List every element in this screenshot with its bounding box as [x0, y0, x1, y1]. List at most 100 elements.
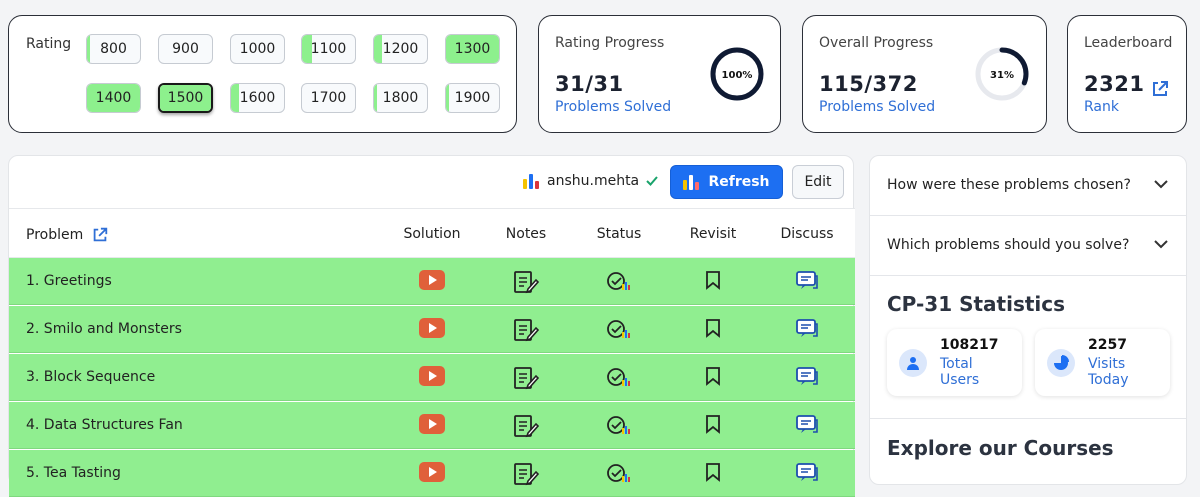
problem-name-link[interactable]: 2. Smilo and Monsters — [26, 321, 182, 337]
problem-name-link[interactable]: 1. Greetings — [26, 273, 112, 289]
rating-button-label: 1800 — [382, 90, 419, 106]
rating-button-900[interactable]: 900 — [158, 34, 213, 64]
stat-value: 108217 — [940, 337, 999, 353]
rating-progress-fill — [374, 84, 377, 112]
stats-title: CP-31 Statistics — [887, 292, 1066, 316]
leaderboard-title: Leaderboard — [1084, 35, 1173, 51]
total-users-card: 108217 Total Users — [887, 329, 1022, 396]
youtube-play-icon[interactable] — [419, 414, 445, 436]
codeforces-logo-icon — [523, 174, 539, 189]
overall-progress-title: Overall Progress — [819, 35, 934, 51]
pie-chart-icon — [1047, 349, 1075, 377]
notes-edit-icon[interactable] — [513, 366, 539, 390]
header-revisit: Revisit — [689, 226, 737, 242]
rating-button-1400[interactable]: 1400 — [86, 83, 141, 113]
rating-button-1900[interactable]: 1900 — [445, 83, 500, 113]
youtube-play-icon[interactable] — [419, 366, 445, 388]
codeforces-logo-icon — [683, 175, 700, 190]
faq-item[interactable]: Which problems should you solve? — [870, 216, 1186, 276]
discussion-icon[interactable] — [794, 414, 820, 436]
rating-button-1100[interactable]: 1100 — [301, 34, 356, 64]
chevron-down-icon — [1154, 240, 1168, 249]
bookmark-icon[interactable] — [700, 414, 726, 436]
status-check-icon[interactable] — [606, 270, 632, 292]
rating-button-label: 1500 — [167, 90, 204, 106]
rating-button-label: 1400 — [95, 90, 132, 106]
stat-label-line1: Visits — [1088, 356, 1126, 372]
rating-progress-title: Rating Progress — [555, 35, 665, 51]
explore-courses-title: Explore our Courses — [887, 436, 1114, 460]
table-row: 3. Block Sequence — [9, 354, 855, 401]
problem-name-link[interactable]: 5. Tea Tasting — [26, 465, 121, 481]
header-problem: Problem — [26, 226, 109, 244]
youtube-play-icon[interactable] — [419, 318, 445, 340]
leaderboard-card[interactable]: Leaderboard 2321 Rank — [1067, 15, 1187, 133]
notes-edit-icon[interactable] — [513, 318, 539, 342]
rating-button-1800[interactable]: 1800 — [373, 83, 428, 113]
bookmark-icon[interactable] — [700, 270, 726, 292]
header-status: Status — [596, 226, 642, 242]
rating-button-label: 1700 — [310, 90, 347, 106]
bookmark-icon[interactable] — [700, 318, 726, 340]
youtube-play-icon[interactable] — [419, 270, 445, 292]
rating-progress-fill — [87, 35, 91, 63]
table-header: Problem Solution Notes Status Revisit Di… — [9, 208, 855, 258]
external-link-icon[interactable] — [91, 226, 109, 244]
visits-today-card: 2257 Visits Today — [1035, 329, 1170, 396]
overall-progress-sub: Problems Solved — [819, 99, 936, 115]
rating-progress-percent: 100% — [722, 70, 753, 81]
info-sidebar: How were these problems chosen? Which pr… — [869, 155, 1187, 485]
table-row: 5. Tea Tasting — [9, 450, 855, 497]
user-icon — [899, 349, 927, 377]
leaderboard-rank-value: 2321 — [1084, 72, 1145, 96]
notes-edit-icon[interactable] — [513, 270, 539, 294]
notes-edit-icon[interactable] — [513, 414, 539, 438]
status-check-icon[interactable] — [606, 462, 632, 484]
rating-progress-fill — [231, 84, 239, 112]
youtube-play-icon[interactable] — [419, 462, 445, 484]
rating-button-1300[interactable]: 1300 — [445, 34, 500, 64]
username: anshu.mehta — [547, 173, 640, 189]
refresh-label: Refresh — [708, 174, 770, 190]
discussion-icon[interactable] — [794, 270, 820, 292]
rating-button-800[interactable]: 800 — [86, 34, 141, 64]
rating-button-1600[interactable]: 1600 — [230, 83, 285, 113]
rating-progress-ring: 100% — [710, 47, 764, 101]
rating-progress-count: 31/31 — [555, 72, 624, 96]
status-check-icon[interactable] — [606, 414, 632, 436]
rating-button-1700[interactable]: 1700 — [301, 83, 356, 113]
header-solution: Solution — [403, 226, 461, 242]
external-link-icon[interactable] — [1150, 79, 1170, 99]
faq-item[interactable]: How were these problems chosen? — [870, 156, 1186, 216]
user-handle: anshu.mehta — [523, 173, 659, 189]
rating-button-label: 1200 — [382, 41, 419, 57]
faq-question: How were these problems chosen? — [887, 177, 1131, 193]
bookmark-icon[interactable] — [700, 366, 726, 388]
rating-button-label: 1100 — [310, 41, 347, 57]
rating-button-label: 900 — [172, 41, 199, 57]
overall-progress-count: 115/372 — [819, 72, 918, 96]
problem-name-link[interactable]: 3. Block Sequence — [26, 369, 155, 385]
overall-progress-card: Overall Progress 115/372 Problems Solved… — [802, 15, 1047, 133]
rating-button-label: 1900 — [454, 90, 491, 106]
discussion-icon[interactable] — [794, 318, 820, 340]
rating-button-label: 1600 — [239, 90, 276, 106]
rating-button-1000[interactable]: 1000 — [230, 34, 285, 64]
rating-button-label: 800 — [100, 41, 127, 57]
stat-label-line1: Total — [940, 356, 973, 372]
rating-filter-card: Rating 800 900 1000 1100 1200 1300 1400 1500 160… — [8, 15, 517, 133]
status-check-icon[interactable] — [606, 318, 632, 340]
refresh-button[interactable]: Refresh — [670, 165, 783, 199]
rating-button-label: 1000 — [239, 41, 276, 57]
rating-button-1200[interactable]: 1200 — [373, 34, 428, 64]
status-check-icon[interactable] — [606, 366, 632, 388]
overall-progress-percent: 31% — [990, 70, 1014, 81]
edit-button[interactable]: Edit — [792, 165, 844, 199]
rating-button-1500[interactable]: 1500 — [158, 83, 213, 113]
discussion-icon[interactable] — [794, 462, 820, 484]
problem-name-link[interactable]: 4. Data Structures Fan — [26, 417, 183, 433]
bookmark-icon[interactable] — [700, 462, 726, 484]
stat-label-line2: Today — [1088, 372, 1129, 388]
notes-edit-icon[interactable] — [513, 462, 539, 486]
discussion-icon[interactable] — [794, 366, 820, 388]
